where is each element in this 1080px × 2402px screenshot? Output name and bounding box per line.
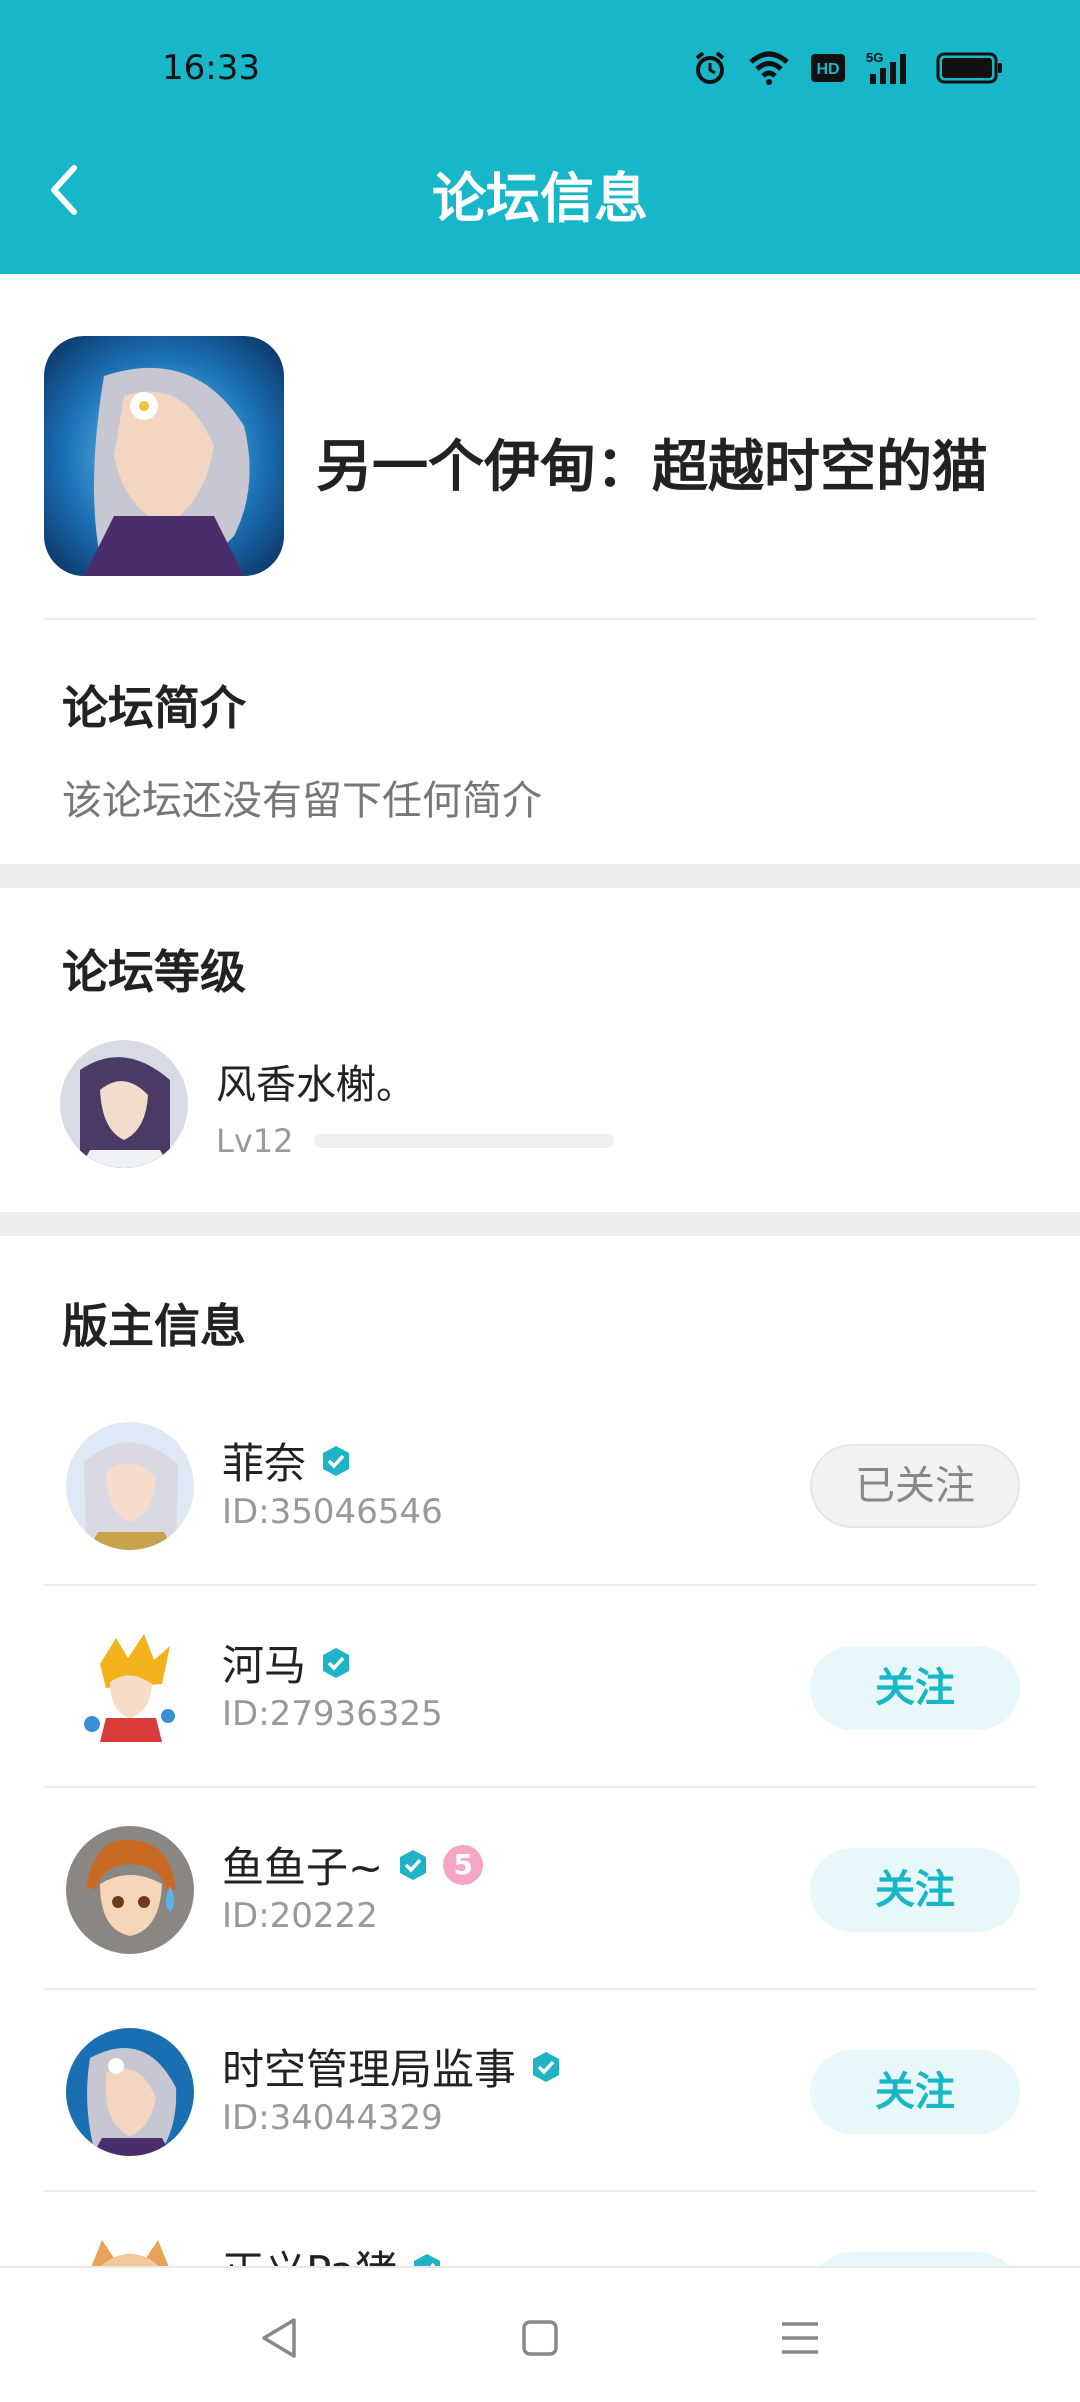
moderator-name-text: 时空管理局监事 <box>222 2045 517 2094</box>
alarm-icon <box>695 51 725 84</box>
level-title: 论坛等级 <box>62 945 246 999</box>
moderator-name: 鱼鱼子~ 5 <box>222 1834 484 1895</box>
follow-button[interactable]: 关注 <box>810 2050 1020 2134</box>
divider <box>44 1584 1036 1586</box>
avatar[interactable] <box>66 2028 194 2156</box>
avatar[interactable] <box>66 1826 194 1954</box>
moderator-id: ID:34044329 <box>222 2098 443 2138</box>
follow-button[interactable]: 关注 <box>810 1848 1020 1932</box>
level-badge: 5 <box>443 1844 484 1885</box>
section-divider <box>0 864 1080 888</box>
forum-game-header: 另一个伊甸：超越时空的猫 <box>0 274 1080 620</box>
svg-text:HD: HD <box>816 61 839 78</box>
follow-button[interactable]: 关注 <box>810 1646 1020 1730</box>
verified-icon <box>323 1445 350 1476</box>
verified-icon <box>400 1849 427 1880</box>
section-divider <box>0 1212 1080 1236</box>
moderator-id: ID:20222 <box>222 1896 378 1936</box>
hd-icon: HD <box>811 54 845 82</box>
followed-button[interactable]: 已关注 <box>810 1444 1020 1528</box>
intro-title: 论坛简介 <box>62 681 246 735</box>
moderator-id: ID:35046546 <box>222 1492 443 1532</box>
moderator-row[interactable]: 鱼鱼子~ 5 ID:20222 关注 <box>0 1790 1080 1990</box>
top-app-bar: 16:33 HD 5G 论坛信息 <box>0 0 1080 274</box>
game-name: 另一个伊甸：超越时空的猫 <box>316 435 988 500</box>
moderator-name-text: 鱼鱼子~ <box>222 1843 384 1892</box>
system-navigation-bar <box>0 2266 1080 2402</box>
nav-back-triangle-icon[interactable] <box>250 2308 310 2368</box>
divider <box>44 1988 1036 1990</box>
divider <box>44 1786 1036 1788</box>
moderator-name: 菲奈 <box>222 1430 352 1491</box>
svg-text:5G: 5G <box>866 50 883 65</box>
intro-text: 该论坛还没有留下任何简介 <box>62 778 542 824</box>
wifi-icon <box>749 51 789 85</box>
nav-home-square-icon[interactable] <box>510 2308 570 2368</box>
divider <box>44 2190 1036 2192</box>
moderator-id: ID:27936325 <box>222 1694 443 1734</box>
level-progress-bar <box>314 1134 614 1148</box>
moderator-name: 时空管理局监事 <box>222 2036 562 2097</box>
moderators-title: 版主信息 <box>62 1299 246 1353</box>
battery-icon <box>936 52 1002 84</box>
level-value: Lv12 <box>216 1122 294 1160</box>
avatar[interactable] <box>66 1422 194 1550</box>
moderator-name-text: 河马 <box>222 1641 307 1690</box>
moderator-row[interactable]: 河马 ID:27936325 关注 <box>0 1588 1080 1788</box>
avatar[interactable] <box>60 1040 188 1168</box>
verified-icon <box>323 1647 350 1678</box>
signal-5g-icon: 5G <box>866 50 906 84</box>
moderator-row[interactable]: 时空管理局监事 ID:34044329 关注 <box>0 1992 1080 2192</box>
page-title: 论坛信息 <box>432 167 648 230</box>
moderator-row[interactable]: 菲奈 ID:35046546 已关注 <box>0 1386 1080 1586</box>
moderator-name-text: 菲奈 <box>222 1439 307 1488</box>
moderator-name: 河马 <box>222 1632 352 1693</box>
status-icons: HD 5G <box>692 50 1004 86</box>
nav-menu-icon[interactable] <box>770 2308 830 2368</box>
verified-icon <box>533 2051 560 2082</box>
game-icon <box>44 336 284 576</box>
avatar[interactable] <box>66 1624 194 1752</box>
level-user-name: 风香水榭。 <box>216 1062 416 1108</box>
status-time: 16:33 <box>162 48 260 88</box>
divider <box>44 618 1036 620</box>
